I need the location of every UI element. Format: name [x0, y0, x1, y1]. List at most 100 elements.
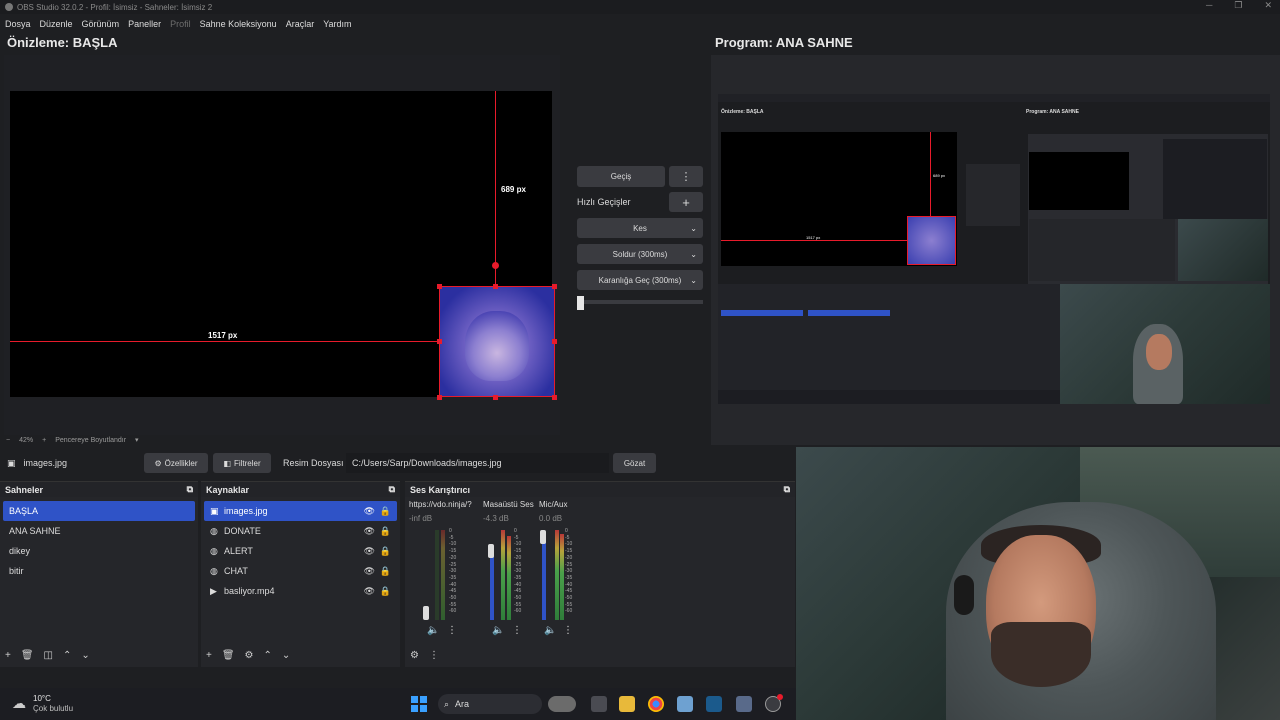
minimize-icon[interactable]: ─ — [1206, 0, 1212, 11]
db-scale: 0 -5 -10 -15 -20 -25 -30 -35 -40 -45 -50 -55 -60 — [565, 528, 573, 615]
filter-icon[interactable]: ◫ — [44, 650, 53, 661]
lock-icon[interactable]: 🔒 — [380, 506, 391, 517]
filters-button[interactable]: ◧ Filtreler — [213, 453, 271, 473]
add-source-icon[interactable]: + — [206, 650, 212, 661]
menu-yardim[interactable]: Yardım — [323, 19, 351, 29]
eye-icon[interactable]: 👁 — [364, 546, 375, 557]
move-up-icon[interactable]: ⌃ — [63, 650, 71, 661]
resize-handle-b[interactable] — [493, 395, 498, 400]
menu-profil[interactable]: Profil — [170, 19, 191, 29]
file-path-field[interactable]: C:/Users/Sarp/Downloads/images.jpg — [346, 453, 609, 473]
trash-icon[interactable]: 🗑 — [21, 650, 34, 661]
chevron-down-icon[interactable]: ▾ — [135, 436, 139, 444]
close-icon[interactable]: ✕ — [1264, 0, 1272, 11]
slider-handle[interactable] — [577, 296, 584, 310]
scene-item-ana-sahne[interactable]: ANA SAHNE — [3, 521, 195, 541]
volume-fader[interactable] — [488, 544, 494, 558]
resize-handle-tl[interactable] — [437, 284, 442, 289]
trash-icon[interactable]: 🗑 — [222, 650, 235, 661]
properties-button[interactable]: ⚙ Özellikler — [144, 453, 208, 473]
browser-icon: ◍ — [210, 565, 218, 576]
app-icon[interactable] — [677, 696, 693, 712]
task-view-icon[interactable] — [591, 696, 607, 712]
resize-handle-r[interactable] — [552, 339, 557, 344]
advanced-audio-icon[interactable]: ⚙ — [410, 650, 419, 661]
weather-desc[interactable]: Çok bulutlu — [33, 704, 73, 713]
menu-dosya[interactable]: Dosya — [5, 19, 31, 29]
zoom-bar: − 42% + Pencereye Boyutlandır ▾ — [6, 434, 139, 446]
sources-dock: Kaynaklar ⧉ ▣ images.jpg 👁 🔒 ◍ DONATE 👁 🔒 ◍ AL… — [201, 481, 400, 667]
menu-gorunum[interactable]: Görünüm — [82, 19, 120, 29]
widget-icon[interactable] — [548, 696, 576, 712]
resize-handle-l[interactable] — [437, 339, 442, 344]
resize-handle-tr[interactable] — [552, 284, 557, 289]
speaker-icon[interactable]: 🔈 — [427, 625, 439, 636]
menu-araclar[interactable]: Araçlar — [286, 19, 315, 29]
channel-menu-icon[interactable]: ⋮ — [563, 625, 573, 636]
resize-handle-bl[interactable] — [437, 395, 442, 400]
lock-icon[interactable]: 🔒 — [380, 546, 391, 557]
scene-item-dikey[interactable]: dikey — [3, 541, 195, 561]
weather-icon[interactable]: ☁ — [12, 695, 26, 712]
taskbar-search[interactable]: ⌕ Ara — [438, 694, 542, 714]
move-down-icon[interactable]: ⌄ — [81, 650, 89, 661]
undock-icon[interactable]: ⧉ — [784, 484, 790, 495]
volume-meter — [542, 536, 546, 620]
speaker-icon[interactable]: 🔈 — [544, 625, 556, 636]
menu-sahne-koleksiyonu[interactable]: Sahne Koleksiyonu — [200, 19, 277, 29]
scene-item-basla[interactable]: BAŞLA — [3, 501, 195, 521]
eye-icon[interactable]: 👁 — [364, 586, 375, 597]
undock-icon[interactable]: ⧉ — [187, 484, 193, 495]
undock-icon[interactable]: ⧉ — [389, 484, 395, 495]
transition-menu-icon[interactable]: ⋮ — [669, 166, 703, 187]
move-up-icon[interactable]: ⌃ — [264, 650, 272, 661]
channel-menu-icon[interactable]: ⋮ — [512, 625, 522, 636]
source-item[interactable]: ▣ images.jpg 👁 🔒 — [204, 501, 397, 521]
move-down-icon[interactable]: ⌄ — [282, 650, 290, 661]
lock-icon[interactable]: 🔒 — [380, 566, 391, 577]
add-quick-transition-icon[interactable]: + — [669, 192, 703, 212]
channel-menu-icon[interactable]: ⋮ — [447, 625, 457, 636]
transition-button[interactable]: Geçiş — [577, 166, 665, 187]
source-item[interactable]: ◍ DONATE 👁 🔒 — [204, 521, 397, 541]
volume-fader[interactable] — [423, 606, 429, 620]
file-explorer-icon[interactable] — [619, 696, 635, 712]
maximize-icon[interactable]: ❐ — [1234, 0, 1242, 11]
channel-db: 0.0 dB — [539, 514, 563, 523]
mixer-title: Ses Karıştırıcı — [410, 484, 471, 495]
add-scene-icon[interactable]: + — [5, 650, 11, 661]
volume-fader[interactable] — [540, 530, 546, 544]
resize-handle-t[interactable] — [493, 284, 498, 289]
guide-handle[interactable] — [492, 262, 499, 269]
eye-icon[interactable]: 👁 — [364, 566, 375, 577]
gear-icon[interactable]: ⚙ — [245, 650, 254, 661]
browse-button[interactable]: Gözat — [613, 453, 656, 473]
transition-slider[interactable] — [577, 296, 703, 310]
source-toolbar: ▣ images.jpg ⚙ Özellikler ◧ Filtreler Resi… — [0, 451, 796, 475]
resize-handle-br[interactable] — [552, 395, 557, 400]
valorant-icon[interactable] — [736, 696, 752, 712]
zoom-out-button[interactable]: − — [6, 437, 10, 444]
eye-icon[interactable]: 👁 — [364, 506, 375, 517]
menu-duzenle[interactable]: Düzenle — [40, 19, 73, 29]
steam-icon[interactable] — [706, 696, 722, 712]
volume-meter — [555, 530, 559, 620]
windows-start-icon[interactable] — [411, 696, 427, 712]
source-item[interactable]: ◍ ALERT 👁 🔒 — [204, 541, 397, 561]
zoom-in-button[interactable]: + — [42, 437, 46, 444]
source-item[interactable]: ▶ basliyor.mp4 👁 🔒 — [204, 581, 397, 601]
quick-transition-karanliga[interactable]: Karanlığa Geç (300ms) ⌄ — [577, 270, 703, 290]
lock-icon[interactable]: 🔒 — [380, 586, 391, 597]
eye-icon[interactable]: 👁 — [364, 526, 375, 537]
quick-transition-soldur[interactable]: Soldur (300ms) ⌄ — [577, 244, 703, 264]
chrome-icon[interactable] — [648, 696, 664, 712]
speaker-icon[interactable]: 🔈 — [492, 625, 504, 636]
source-item[interactable]: ◍ CHAT 👁 🔒 — [204, 561, 397, 581]
quick-transition-kes[interactable]: Kes ⌄ — [577, 218, 703, 238]
lock-icon[interactable]: 🔒 — [380, 526, 391, 537]
selected-source-image[interactable] — [439, 286, 555, 397]
menu-paneller[interactable]: Paneller — [128, 19, 161, 29]
weather-temp[interactable]: 10°C — [33, 694, 51, 703]
scene-item-bitir[interactable]: bitir — [3, 561, 195, 581]
mixer-menu-icon[interactable]: ⋮ — [429, 650, 439, 661]
